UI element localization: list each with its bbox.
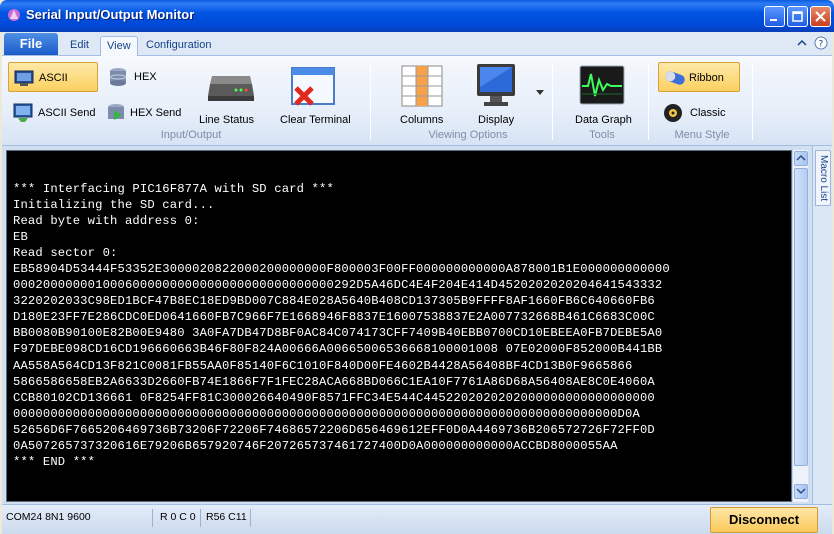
macro-list-tab[interactable]: Macro List bbox=[815, 150, 831, 206]
terminal-line: Initializing the SD card... bbox=[13, 198, 215, 213]
content-frame: *** Interfacing PIC16F877A with SD card … bbox=[2, 146, 832, 504]
terminal-line: D180E23FF7E286CDC0ED0641660FB7C966F7E166… bbox=[13, 310, 655, 325]
terminal-output[interactable]: *** Interfacing PIC16F877A with SD card … bbox=[6, 150, 792, 502]
classic-style-icon bbox=[664, 104, 682, 122]
collapse-ribbon-icon[interactable] bbox=[796, 36, 808, 50]
ribbon-tab-row: File Edit View Configuration ? bbox=[2, 32, 832, 56]
terminal-line: AA558A564CD13F821C0081FB55AA0F85140F6C10… bbox=[13, 358, 633, 373]
maximize-icon bbox=[792, 11, 803, 22]
title-bar: Serial Input/Output Monitor bbox=[0, 0, 834, 32]
terminal-line: EB58904D53444F53352E30000208220002000000… bbox=[13, 262, 670, 277]
ascii-icon bbox=[14, 70, 34, 86]
ribbon-panel: ASCII HEX ASCII Send HEX Send Line Statu… bbox=[2, 56, 832, 146]
line-status-button[interactable]: Line Status bbox=[194, 62, 266, 128]
clear-terminal-button[interactable]: Clear Terminal bbox=[276, 62, 354, 128]
hex-send-button[interactable]: HEX Send bbox=[106, 98, 184, 128]
columns-icon bbox=[401, 65, 443, 107]
terminal-line: *** Interfacing PIC16F877A with SD card … bbox=[13, 182, 334, 196]
ascii-mode-button[interactable]: ASCII bbox=[8, 62, 98, 92]
terminal-vertical-scrollbar[interactable] bbox=[792, 150, 808, 502]
ribbon-separator bbox=[370, 64, 371, 140]
columns-button[interactable]: Columns bbox=[390, 62, 450, 128]
cursor-position-status: R 0 C 0 bbox=[160, 511, 196, 523]
app-icon bbox=[8, 9, 20, 21]
tab-configuration[interactable]: Configuration bbox=[140, 36, 217, 56]
terminal-text: *** Interfacing PIC16F877A with SD card … bbox=[13, 181, 670, 470]
minimize-button[interactable] bbox=[764, 6, 785, 27]
macro-list-panel: Macro List bbox=[812, 146, 832, 504]
hex-send-icon bbox=[108, 104, 124, 120]
data-graph-button[interactable]: Data Graph bbox=[568, 62, 634, 128]
file-menu-button[interactable]: File bbox=[4, 33, 58, 55]
scroll-down-button[interactable] bbox=[794, 484, 808, 499]
terminal-line: CCB80102CD136661 0F8254FF81C300026640490… bbox=[13, 390, 655, 405]
terminal-line: Read byte with address 0: bbox=[13, 214, 200, 229]
status-separator bbox=[200, 509, 201, 527]
clear-terminal-icon bbox=[291, 67, 335, 106]
ascii-send-icon bbox=[13, 103, 33, 122]
terminal-line: EB bbox=[13, 230, 28, 245]
group-label-tools: Tools bbox=[589, 129, 615, 141]
data-graph-icon bbox=[579, 65, 625, 105]
hex-icon bbox=[109, 68, 127, 86]
group-label-input-output: Input/Output bbox=[160, 129, 222, 141]
svg-text:?: ? bbox=[819, 40, 824, 50]
help-icon[interactable]: ? bbox=[814, 36, 828, 50]
modem-icon bbox=[208, 76, 254, 101]
status-separator bbox=[250, 509, 251, 527]
terminal-line: *** END *** bbox=[13, 454, 96, 469]
maximize-button[interactable] bbox=[787, 6, 808, 27]
line-column-status: R56 C11 bbox=[206, 511, 247, 523]
terminal-line: 5866586658EB2A6633D2660FB74E1866F7F1FEC2… bbox=[13, 374, 655, 389]
close-icon bbox=[815, 11, 826, 22]
scroll-thumb[interactable] bbox=[794, 168, 808, 466]
status-bar: COM24 8N1 9600 R 0 C 0 R56 C11 Disconnec… bbox=[2, 504, 832, 534]
close-button[interactable] bbox=[810, 6, 831, 27]
tab-edit[interactable]: Edit bbox=[64, 36, 95, 56]
ribbon-separator bbox=[752, 64, 753, 140]
terminal-line: 3220202033C98ED1BCF47B8EC18ED9BD007C884E… bbox=[13, 294, 655, 309]
terminal-line: 0A507265737320616E79206B657920746F207265… bbox=[13, 438, 618, 453]
chevron-down-icon bbox=[796, 488, 806, 495]
group-label-menu-style: Menu Style bbox=[674, 129, 730, 141]
display-button[interactable]: Display bbox=[466, 62, 528, 128]
ribbon-separator bbox=[552, 64, 553, 140]
terminal-line: Read sector 0: bbox=[13, 246, 118, 261]
terminal-line: BB0080B90100E82B00E9480 3A0FA7DB47D8BF0A… bbox=[13, 326, 663, 341]
disconnect-button[interactable]: Disconnect bbox=[710, 507, 818, 533]
terminal-line: F97DEBE098CD16CD196660663B46F80F824A0066… bbox=[13, 342, 663, 357]
scroll-up-button[interactable] bbox=[794, 151, 808, 166]
terminal-line: 0000000000000000000000000000000000000000… bbox=[13, 406, 640, 421]
ribbon-style-button[interactable]: Ribbon bbox=[658, 62, 740, 92]
terminal-line: 0002000000010006000000000000000000000000… bbox=[13, 278, 663, 293]
minimize-icon bbox=[770, 19, 777, 21]
chevron-up-icon bbox=[796, 154, 806, 161]
tab-view[interactable]: View bbox=[100, 36, 138, 56]
port-status: COM24 8N1 9600 bbox=[6, 511, 91, 523]
ribbon-separator bbox=[648, 64, 649, 140]
ribbon-style-icon bbox=[665, 71, 685, 85]
classic-style-button[interactable]: Classic bbox=[658, 98, 740, 128]
display-dropdown-icon[interactable] bbox=[536, 90, 544, 96]
window-title: Serial Input/Output Monitor bbox=[26, 7, 195, 22]
group-label-viewing-options: Viewing Options bbox=[428, 129, 508, 141]
monitor-icon bbox=[477, 64, 515, 106]
status-separator bbox=[152, 509, 153, 527]
hex-mode-button[interactable]: HEX bbox=[106, 62, 166, 92]
ascii-send-button[interactable]: ASCII Send bbox=[8, 98, 100, 128]
terminal-line: 52656D6F7665206469736B73206F72206F746865… bbox=[13, 422, 655, 437]
